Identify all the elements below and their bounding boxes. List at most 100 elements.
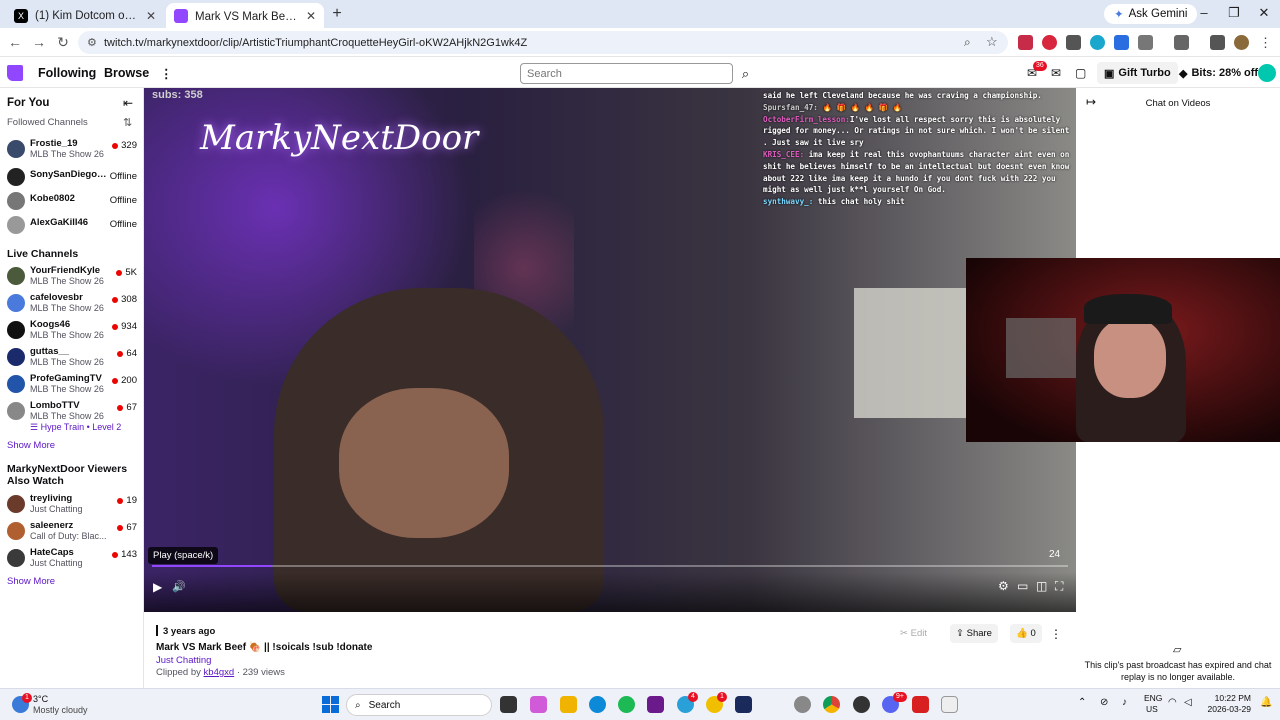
- close-icon[interactable]: ✕: [146, 9, 156, 23]
- task-view-icon[interactable]: [500, 696, 517, 713]
- extension-icon[interactable]: [1018, 35, 1033, 50]
- windows-start-icon[interactable]: [322, 696, 339, 713]
- show-more-link[interactable]: Show More: [7, 440, 55, 451]
- spotify-icon[interactable]: [618, 696, 635, 713]
- clock-time[interactable]: 10:22 PM: [1201, 693, 1251, 703]
- search-icon[interactable]: ⌕: [736, 63, 755, 84]
- like-button[interactable]: 👍 0: [1010, 624, 1042, 643]
- extensions-puzzle-icon[interactable]: [1138, 35, 1153, 50]
- share-button[interactable]: ⇪ Share: [950, 624, 998, 643]
- activity-feed-icon[interactable]: ▢: [1075, 66, 1086, 80]
- sidebar-channel[interactable]: Frostie_19 MLB The Show 26 329: [7, 138, 137, 162]
- play-button[interactable]: ▶: [153, 580, 162, 594]
- new-tab-button[interactable]: +: [327, 4, 347, 24]
- show-more-link[interactable]: Show More: [7, 576, 55, 587]
- browse-link[interactable]: Browse: [104, 66, 149, 80]
- extension-icon[interactable]: [1066, 35, 1081, 50]
- volume-icon[interactable]: 🔊: [172, 580, 186, 593]
- video-player[interactable]: subs: 358 MarkyNextDoor said he left Cle…: [144, 88, 1076, 612]
- nzxt-icon[interactable]: [647, 696, 664, 713]
- profile-avatar-icon[interactable]: [1234, 35, 1249, 50]
- close-icon[interactable]: ✕: [306, 9, 316, 23]
- viewer-count: 64: [117, 348, 137, 359]
- sidebar-channel[interactable]: SonySanDiegoSt... Offline: [7, 166, 137, 190]
- sidebar-channel[interactable]: LomboTTV MLB The Show 26 67 ☰ Hype Train…: [7, 400, 137, 434]
- sidebar-channel[interactable]: treyliving Just Chatting 19: [7, 493, 137, 517]
- sort-icon[interactable]: ⇅: [123, 116, 132, 129]
- search-icon: ⌕: [355, 699, 361, 711]
- sidebar-channel[interactable]: ProfeGamingTV MLB The Show 26 200: [7, 373, 137, 397]
- channel-game: MLB The Show 26: [30, 276, 104, 286]
- extension-icon[interactable]: [1114, 35, 1129, 50]
- taskbar-search[interactable]: ⌕ Search: [346, 694, 492, 716]
- scissors-icon: ✂: [900, 628, 911, 639]
- following-link[interactable]: Following: [38, 66, 96, 80]
- fullscreen-icon[interactable]: ⛶: [1055, 579, 1063, 594]
- progress-bar[interactable]: [152, 565, 1068, 567]
- streamer-face: [1094, 318, 1166, 398]
- file-explorer-icon[interactable]: [560, 696, 577, 713]
- microphone-icon[interactable]: ♪: [1122, 697, 1127, 708]
- sidebar-channel[interactable]: cafelovesbr MLB The Show 26 308: [7, 292, 137, 316]
- sidebar-channel[interactable]: HateCaps Just Chatting 143: [7, 547, 137, 571]
- avatar: [7, 495, 25, 513]
- theatre-mode-icon[interactable]: ▭: [1017, 579, 1028, 593]
- site-info-icon[interactable]: ⚙: [87, 36, 97, 49]
- browser-tab-twitch[interactable]: Mark VS Mark Beef 🍖 || !so ✕: [166, 3, 324, 28]
- get-bits-button[interactable]: ◆ Bits: 28% off: [1173, 62, 1264, 84]
- gift-turbo-button[interactable]: ▣ Gift Turbo: [1097, 62, 1178, 84]
- forward-button[interactable]: →: [30, 33, 48, 51]
- edit-button[interactable]: ✂ Edit: [900, 628, 927, 639]
- tray-overflow-icon[interactable]: ⌃: [1078, 697, 1086, 708]
- more-options-icon[interactable]: ⋮: [1050, 627, 1062, 641]
- app-icon[interactable]: [912, 696, 929, 713]
- user-avatar[interactable]: [1258, 64, 1276, 82]
- window-close-button[interactable]: ✕: [1254, 5, 1274, 21]
- address-bar[interactable]: ⚙ twitch.tv/markynextdoor/clip/ArtisticT…: [78, 31, 1008, 54]
- copilot-icon[interactable]: [530, 696, 547, 713]
- tab-search-icon[interactable]: [1174, 35, 1189, 50]
- sidebar-channel[interactable]: Kobe0802 Offline: [7, 190, 137, 214]
- bookmark-star-icon[interactable]: ☆: [986, 34, 998, 50]
- volume-icon[interactable]: ◁: [1184, 697, 1192, 708]
- app-icon[interactable]: [735, 696, 752, 713]
- pip-icon[interactable]: ◫: [1036, 579, 1047, 593]
- clipper-link[interactable]: kb4gxd: [204, 667, 235, 678]
- wifi-icon[interactable]: ◠: [1168, 697, 1177, 708]
- sidebar-channel[interactable]: guttas__ MLB The Show 26 64: [7, 346, 137, 370]
- collapse-sidebar-icon[interactable]: ⇤: [123, 96, 133, 110]
- twitch-logo-icon[interactable]: [7, 65, 23, 81]
- sidebar-channel[interactable]: saleenerz Call of Duty: Blac... 67: [7, 520, 137, 544]
- sidebar-channel[interactable]: Koogs46 MLB The Show 26 934: [7, 319, 137, 343]
- more-menu-icon[interactable]: ⋮: [160, 66, 173, 81]
- extension-icon[interactable]: [1090, 35, 1105, 50]
- sidebar-channel[interactable]: AlexGaKill46 Offline: [7, 214, 137, 238]
- viewer-count: 934: [112, 321, 137, 332]
- language-code[interactable]: ENG: [1144, 693, 1162, 703]
- settings-icon[interactable]: [794, 696, 811, 713]
- chat-text: said he left Cleveland because he was cr…: [763, 91, 1042, 100]
- zoom-icon[interactable]: ⌕: [964, 35, 971, 50]
- browser-tab-x[interactable]: X (1) Kim Dotcom on X: "8 millio ✕: [6, 3, 164, 28]
- category-link[interactable]: Just Chatting: [156, 655, 211, 666]
- settings-icon[interactable]: ⚙: [998, 579, 1009, 593]
- chrome-icon[interactable]: [823, 696, 840, 713]
- app-icon[interactable]: [853, 696, 870, 713]
- chat-unavailable-icon: ▱: [1173, 644, 1182, 656]
- reload-button[interactable]: ↻: [54, 33, 72, 51]
- twitch-top-nav: Following Browse ⋮ ⌕ ✉ 36 ✉ ▢ ▣ Gift Tur…: [0, 58, 1280, 88]
- ask-gemini-button[interactable]: ✦ Ask Gemini: [1104, 4, 1198, 24]
- whispers-icon[interactable]: ✉: [1051, 66, 1061, 80]
- menu-dots-icon[interactable]: ⋮: [1258, 35, 1273, 50]
- media-controls-icon[interactable]: [1210, 35, 1225, 50]
- sidebar-channel[interactable]: YourFriendKyle MLB The Show 26 5K: [7, 265, 137, 289]
- network-icon[interactable]: ⊘: [1100, 697, 1108, 708]
- app-icon[interactable]: [941, 696, 958, 713]
- notification-bell-icon[interactable]: 🔔: [1260, 697, 1272, 708]
- back-button[interactable]: ←: [6, 33, 24, 51]
- minimize-button[interactable]: –: [1194, 5, 1214, 20]
- restore-button[interactable]: ❐: [1224, 5, 1244, 21]
- edge-icon[interactable]: [589, 696, 606, 713]
- extension-icon[interactable]: [1042, 35, 1057, 50]
- search-input[interactable]: [520, 63, 733, 84]
